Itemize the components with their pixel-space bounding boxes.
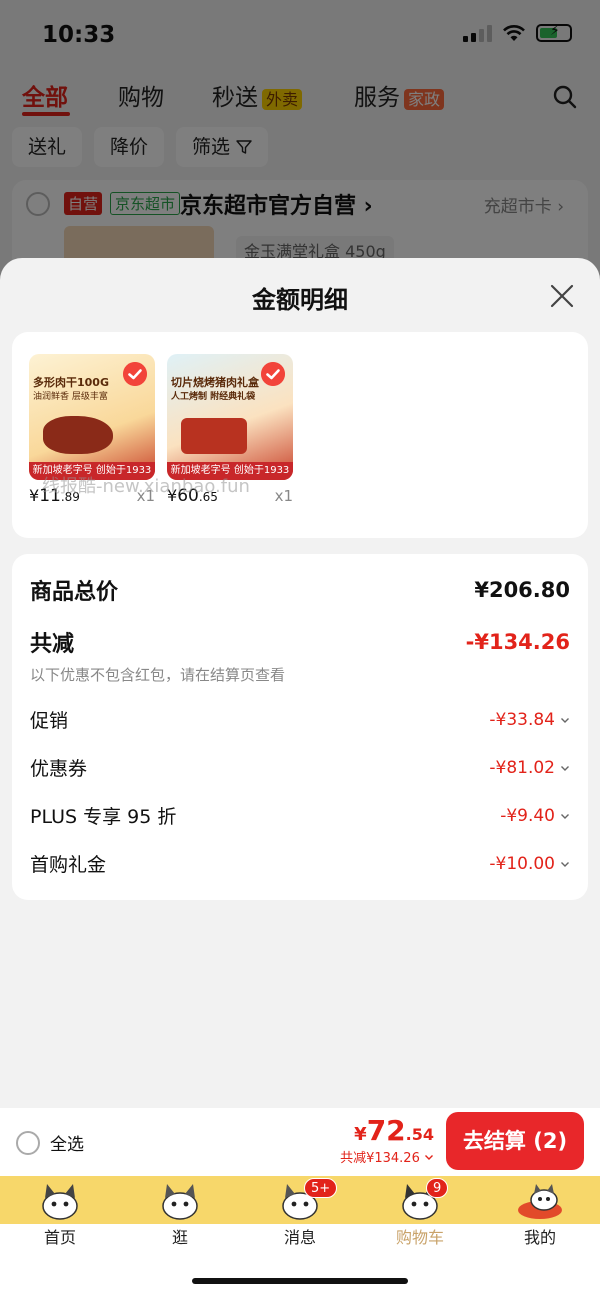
selected-goods-card: 多形肉干100G 油润鲜香 层级丰富 新加坡老字号 创始于1933年 ¥11.8… (12, 332, 588, 538)
chevron-down-icon (425, 1155, 433, 1160)
goods-image-caption-line1: 多形肉干100G (33, 376, 109, 389)
nav-label-messages: 消息 (283, 1228, 316, 1247)
cart-badge: 9 (426, 1178, 449, 1198)
goods-quantity: x1 (274, 487, 293, 505)
select-all-radio[interactable] (16, 1130, 40, 1155)
chevron-down-icon (561, 765, 569, 771)
goods-image-caption-line2: 人工烤制 附经典礼袋 (171, 392, 256, 402)
nav-label-cart: 购物车 (395, 1228, 444, 1247)
browse-cat-icon (162, 1184, 198, 1220)
total-reduction-row: 共减 -¥134.26 (30, 626, 570, 658)
price-detail-card: 商品总价 ¥206.80 共减 -¥134.26 以下优惠不包含红包，请在结算页… (12, 554, 588, 900)
goods-image-caption: 多形肉干100G 油润鲜香 层级丰富 (33, 376, 109, 404)
first-purchase-gift-value: -¥10.00 (489, 854, 570, 874)
plus-discount-value: -¥9.40 (500, 806, 570, 826)
me-cat-icon (518, 1184, 562, 1219)
first-purchase-gift-row[interactable]: 首购礼金 -¥10.00 (30, 850, 570, 877)
dim-overlay[interactable] (0, 0, 600, 270)
checkout-saved-text: 共减¥134.26 (340, 1151, 420, 1166)
total-reduction-label: 共减 (30, 632, 75, 657)
nav-item-messages[interactable]: 5+ 消息 (240, 1176, 360, 1247)
checkout-price-symbol: ¥ (354, 1124, 367, 1145)
home-indicator (192, 1278, 408, 1284)
nav-label-home: 首页 (43, 1228, 76, 1247)
chevron-down-icon (561, 861, 569, 867)
nav-label-browse: 逛 (171, 1228, 188, 1247)
checkmark-icon (261, 362, 285, 386)
plus-discount-label: PLUS 专享 95 折 (30, 806, 177, 828)
first-purchase-gift-label: 首购礼金 (30, 854, 107, 876)
amount-detail-sheet: 金额明细 多形肉干100G 油润鲜香 层级丰富 新加坡老字号 创始于1933年 … (0, 258, 600, 1108)
nav-item-home[interactable]: 首页 (0, 1176, 120, 1247)
promotion-label: 促销 (30, 710, 69, 732)
checkmark-icon (123, 362, 147, 386)
jerky-illustration (43, 416, 113, 454)
goods-image-caption-line2: 油润鲜香 层级丰富 (33, 392, 108, 402)
checkout-total-price: ¥72.54 (340, 1114, 434, 1147)
total-reduction-value: -¥134.26 (465, 630, 570, 654)
chevron-down-icon (561, 717, 569, 723)
nav-item-me[interactable]: 我的 (480, 1176, 600, 1247)
messages-badge: 5+ (304, 1178, 338, 1198)
checkout-saved: 共减¥134.26 (340, 1147, 434, 1166)
select-all-label: 全选 (50, 1135, 84, 1155)
coupon-label: 优惠券 (30, 758, 88, 780)
plus-discount-amount: -¥9.40 (500, 805, 555, 826)
checkout-button[interactable]: 去结算 (2) (446, 1112, 584, 1170)
nav-item-cart[interactable]: 9 购物车 (360, 1176, 480, 1247)
checkout-total[interactable]: ¥72.54 共减¥134.26 (340, 1114, 434, 1166)
promotion-value: -¥33.84 (489, 710, 570, 730)
goods-image: 多形肉干100G 油润鲜香 层级丰富 新加坡老字号 创始于1933年 (29, 354, 155, 480)
plus-discount-row[interactable]: PLUS 专享 95 折 -¥9.40 (30, 802, 570, 829)
goods-image-caption-line1: 切片烧烤猪肉礼盒 (171, 376, 259, 389)
pork-slice-illustration (181, 418, 247, 454)
goods-image: 切片烧烤猪肉礼盒 人工烤制 附经典礼袋 新加坡老字号 创始于1933年 (167, 354, 293, 480)
coupon-row[interactable]: 优惠券 -¥81.02 (30, 754, 570, 781)
chevron-down-icon (561, 813, 569, 819)
discount-note: 以下优惠不包含红包，请在结算页查看 (30, 666, 286, 684)
checkout-price-dec: .54 (405, 1125, 434, 1144)
home-cat-icon (42, 1184, 78, 1220)
nav-label-me: 我的 (523, 1228, 556, 1247)
total-price-row: 商品总价 ¥206.80 (30, 574, 570, 606)
coupon-amount: -¥81.02 (489, 757, 555, 778)
checkout-price-int: 72 (366, 1114, 406, 1147)
close-icon[interactable] (548, 282, 576, 310)
sheet-title: 金额明细 (252, 286, 348, 314)
checkout-bar: 全选 ¥72.54 共减¥134.26 去结算 (2) (0, 1108, 600, 1176)
promotion-row[interactable]: 促销 -¥33.84 (30, 706, 570, 733)
promotion-amount: -¥33.84 (489, 709, 555, 730)
watermark: 线报酷-new.xianbao.fun (42, 476, 250, 497)
goods-image-caption: 切片烧烤猪肉礼盒 人工烤制 附经典礼袋 (171, 376, 259, 404)
goods-price-symbol: ¥ (29, 486, 40, 505)
total-price-label: 商品总价 (30, 580, 119, 605)
nav-item-browse[interactable]: 逛 (120, 1176, 240, 1247)
coupon-value: -¥81.02 (489, 758, 570, 778)
first-purchase-gift-amount: -¥10.00 (489, 853, 555, 874)
select-all-toggle[interactable]: 全选 (16, 1130, 84, 1155)
total-price-value: ¥206.80 (474, 578, 570, 602)
